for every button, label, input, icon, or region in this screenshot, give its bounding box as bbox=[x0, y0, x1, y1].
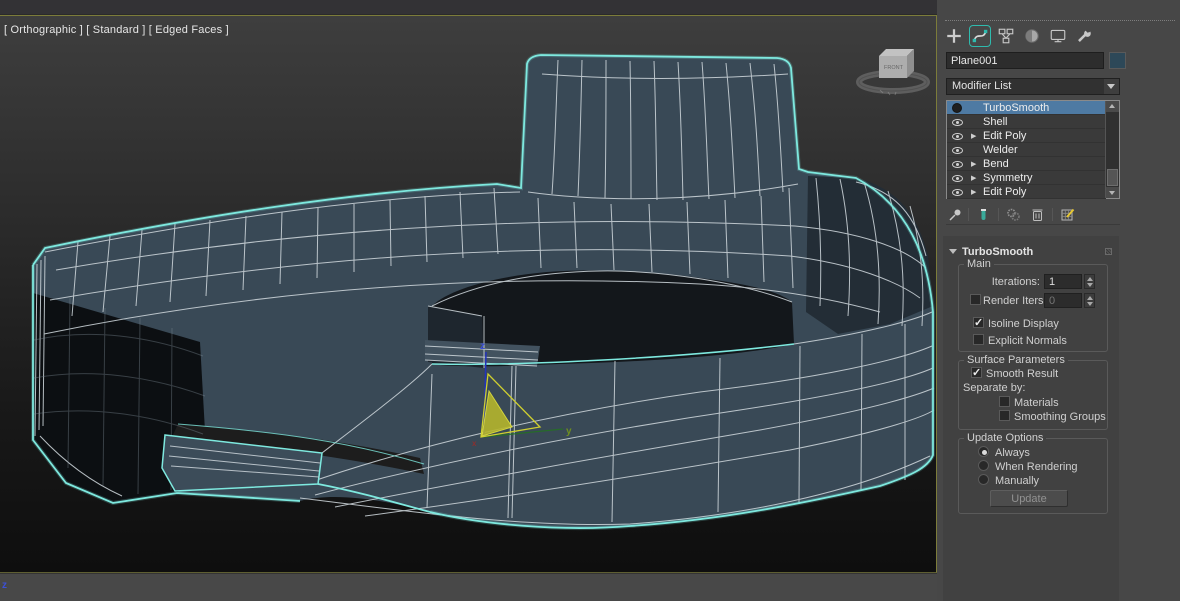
command-panel: Modifier List TurboSmooth Shell ▶ Edit P… bbox=[937, 0, 1180, 601]
explicit-normals-checkbox[interactable] bbox=[973, 334, 984, 345]
modifier-label: Shell bbox=[983, 116, 1008, 128]
render-iters-spinner[interactable] bbox=[1084, 293, 1095, 308]
scroll-up-button[interactable] bbox=[1106, 101, 1119, 112]
viewport-label[interactable]: [ Orthographic ] [ Standard ] [ Edged Fa… bbox=[4, 24, 229, 36]
iterations-label: Iterations: bbox=[991, 276, 1040, 288]
modify-icon[interactable] bbox=[969, 25, 991, 47]
viewcube-front-label: FRONT bbox=[884, 65, 904, 71]
modifier-row-symmetry[interactable]: ▶ Symmetry bbox=[947, 171, 1106, 185]
smoothing-groups-checkbox[interactable] bbox=[999, 410, 1010, 421]
isoline-display-checkbox[interactable] bbox=[973, 316, 984, 329]
object-color-swatch[interactable] bbox=[1109, 52, 1126, 69]
toolbar-separator bbox=[998, 208, 999, 221]
materials-checkbox[interactable] bbox=[999, 396, 1010, 407]
always-label: Always bbox=[995, 447, 1030, 459]
lower-viewport-z-axis-label: z bbox=[2, 580, 7, 591]
eye-icon[interactable] bbox=[952, 119, 963, 126]
stack-toolbar bbox=[946, 205, 1120, 225]
always-radio[interactable] bbox=[978, 446, 989, 457]
gizmo-x-label: x bbox=[472, 439, 477, 448]
rollout-collapse-icon bbox=[949, 249, 957, 254]
display-icon[interactable] bbox=[1049, 27, 1067, 45]
modifier-visibility-icon[interactable] bbox=[952, 103, 962, 113]
modifier-label: Edit Poly bbox=[983, 130, 1027, 142]
modifier-label: Edit Poly bbox=[983, 186, 1027, 198]
separate-by-label: Separate by: bbox=[963, 382, 1026, 394]
modifier-row-turbosmooth[interactable]: TurboSmooth bbox=[947, 101, 1106, 115]
render-iters-value[interactable]: 0 bbox=[1044, 293, 1082, 308]
viewport[interactable]: z y x FRONT [ Orthographic ] [ Standard … bbox=[0, 15, 937, 573]
eye-icon[interactable] bbox=[952, 161, 963, 168]
modifier-label: Welder bbox=[983, 144, 1018, 156]
group-update-label: Update Options bbox=[964, 432, 1047, 444]
toolbar-separator bbox=[968, 208, 969, 221]
chevron-down-icon[interactable] bbox=[1104, 79, 1119, 94]
scroll-thumb[interactable] bbox=[1107, 169, 1118, 186]
lower-viewport-sliver[interactable]: z bbox=[0, 574, 937, 601]
gizmo-y-label: y bbox=[566, 426, 572, 437]
isoline-display-label: Isoline Display bbox=[988, 318, 1059, 330]
modifier-row-editpoly-2[interactable]: ▶ Edit Poly bbox=[947, 185, 1106, 199]
stack-scrollbar[interactable] bbox=[1105, 101, 1119, 198]
create-plus-icon[interactable] bbox=[945, 27, 963, 45]
expand-arrow-icon[interactable]: ▶ bbox=[971, 188, 976, 196]
eye-icon[interactable] bbox=[952, 133, 963, 140]
gizmo-z-label: z bbox=[480, 341, 485, 352]
group-surface-label: Surface Parameters bbox=[964, 354, 1068, 366]
iterations-value[interactable]: 1 bbox=[1044, 274, 1082, 289]
viewcube[interactable]: FRONT bbox=[856, 49, 930, 96]
modifier-label: TurboSmooth bbox=[983, 102, 1050, 114]
iterations-spinner[interactable] bbox=[1084, 274, 1095, 289]
remove-modifier-icon[interactable] bbox=[1030, 207, 1045, 222]
eye-icon[interactable] bbox=[952, 147, 963, 154]
modifier-label: Symmetry bbox=[983, 172, 1033, 184]
hierarchy-icon[interactable] bbox=[997, 27, 1015, 45]
modifier-row-shell[interactable]: Shell bbox=[947, 115, 1106, 129]
expand-arrow-icon[interactable]: ▶ bbox=[971, 160, 976, 168]
modifier-list-label: Modifier List bbox=[952, 80, 1012, 92]
utilities-wrench-icon[interactable] bbox=[1075, 27, 1093, 45]
when-rendering-radio[interactable] bbox=[978, 460, 989, 471]
update-button[interactable]: Update bbox=[990, 490, 1068, 507]
scroll-down-button[interactable] bbox=[1106, 187, 1119, 198]
toolbar-separator bbox=[1052, 208, 1053, 221]
modifier-stack-list: TurboSmooth Shell ▶ Edit Poly Welder ▶ B… bbox=[946, 100, 1120, 199]
modifier-row-bend[interactable]: ▶ Bend bbox=[947, 157, 1106, 171]
expand-arrow-icon[interactable]: ▶ bbox=[971, 132, 976, 140]
modifier-label: Bend bbox=[983, 158, 1009, 170]
render-iters-label: Render Iters: bbox=[983, 295, 1047, 307]
scene-3d-model[interactable]: z y x FRONT bbox=[0, 16, 936, 572]
manually-radio[interactable] bbox=[978, 474, 989, 485]
pin-stack-icon[interactable] bbox=[948, 207, 963, 222]
rollout-grip-icon[interactable] bbox=[1105, 248, 1112, 255]
modifier-row-editpoly-1[interactable]: ▶ Edit Poly bbox=[947, 129, 1106, 143]
configure-modifier-sets-icon[interactable] bbox=[1060, 207, 1075, 222]
smooth-result-label: Smooth Result bbox=[986, 368, 1059, 380]
object-name-field[interactable] bbox=[946, 52, 1104, 69]
group-main-label: Main bbox=[964, 258, 994, 270]
smoothing-groups-label: Smoothing Groups bbox=[1014, 411, 1106, 423]
panel-drag-handle[interactable] bbox=[945, 20, 1175, 21]
expand-arrow-icon[interactable]: ▶ bbox=[971, 174, 976, 182]
eye-icon[interactable] bbox=[952, 189, 963, 196]
eye-icon[interactable] bbox=[952, 175, 963, 182]
motion-icon[interactable] bbox=[1023, 27, 1041, 45]
smooth-result-checkbox[interactable] bbox=[971, 366, 982, 379]
explicit-normals-label: Explicit Normals bbox=[988, 335, 1067, 347]
materials-label: Materials bbox=[1014, 397, 1059, 409]
render-iters-checkbox[interactable] bbox=[970, 294, 981, 305]
modifier-list-dropdown[interactable]: Modifier List bbox=[946, 78, 1120, 95]
show-end-result-icon[interactable] bbox=[976, 207, 991, 222]
make-unique-icon[interactable] bbox=[1006, 207, 1021, 222]
when-rendering-label: When Rendering bbox=[995, 461, 1078, 473]
rollout-title: TurboSmooth bbox=[962, 246, 1034, 258]
manually-label: Manually bbox=[995, 475, 1040, 487]
modifier-row-welder[interactable]: Welder bbox=[947, 143, 1106, 157]
model-right-inner-face bbox=[806, 176, 933, 334]
